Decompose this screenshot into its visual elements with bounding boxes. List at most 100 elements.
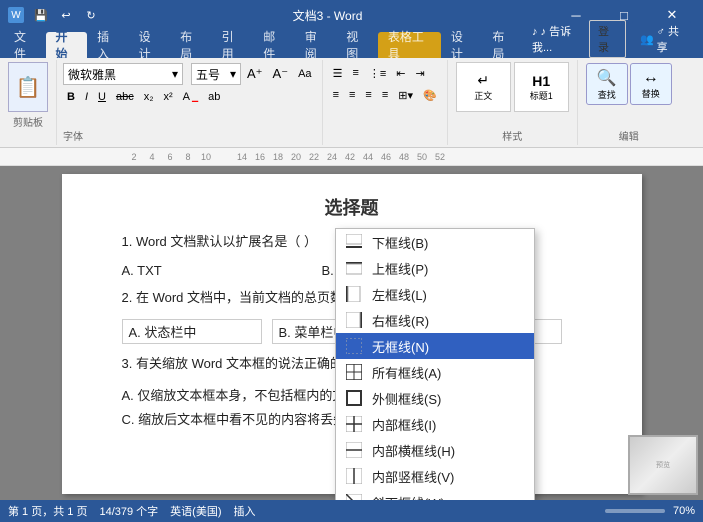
align-left-button[interactable]: ≡ bbox=[329, 85, 343, 105]
q2-option-a: A. 状态栏中 bbox=[122, 319, 262, 344]
page-count: 第 1 页，共 1 页 bbox=[8, 503, 87, 519]
font-group-label: 字体 bbox=[63, 126, 83, 143]
menu-bottom-border[interactable]: 下框线(B) bbox=[336, 229, 534, 255]
font-grow-button[interactable]: A⁺ bbox=[243, 64, 267, 84]
highlight-button[interactable]: ab bbox=[204, 87, 224, 107]
no-border-icon bbox=[344, 336, 364, 356]
tab-view[interactable]: 视图 bbox=[336, 32, 378, 58]
menu-inside-h-border[interactable]: 内部横框线(H) bbox=[336, 437, 534, 463]
share-button[interactable]: 👥 ♂ 共享 bbox=[632, 21, 691, 57]
replace-button[interactable]: ↔ 替换 bbox=[630, 63, 672, 105]
tab-insert[interactable]: 插入 bbox=[87, 32, 129, 58]
top-border-icon bbox=[344, 258, 364, 278]
ruler: 2 4 6 8 10 14 16 18 20 22 24 42 44 46 48… bbox=[0, 148, 703, 166]
login-button[interactable]: 登录 bbox=[589, 20, 626, 58]
status-right: 70% bbox=[605, 505, 695, 517]
ribbon-tabs: 文件 开始 插入 设计 布局 引用 邮件 审阅 视图 表格工具 设计 布局 ♪ … bbox=[0, 30, 703, 58]
menu-diag-down-border[interactable]: 斜下框线(W) bbox=[336, 489, 534, 500]
underline-button[interactable]: U bbox=[94, 87, 110, 107]
para-row2: ≡ ≡ ≡ ≡ ⊞▾ 🎨 bbox=[329, 85, 441, 105]
menu-outside-border[interactable]: 外侧框线(S) bbox=[336, 385, 534, 411]
align-right-button[interactable]: ≡ bbox=[361, 85, 375, 105]
style-tiles: ↵ 正文 H1 标题1 bbox=[456, 62, 569, 112]
menu-left-border[interactable]: 左框线(L) bbox=[336, 281, 534, 307]
window-title: 文档3 - Word bbox=[293, 7, 363, 24]
tab-mailings[interactable]: 邮件 bbox=[253, 32, 295, 58]
all-borders-icon bbox=[344, 362, 364, 382]
menu-inside-v-border[interactable]: 内部竖框线(V) bbox=[336, 463, 534, 489]
bottom-border-icon bbox=[344, 232, 364, 252]
bullets-button[interactable]: ☰ bbox=[329, 63, 347, 83]
word-icon: W bbox=[8, 7, 24, 23]
clipboard-group: 📋 剪贴板 bbox=[0, 60, 57, 145]
ribbon: 📋 剪贴板 微软雅黑 ▾ 五号 ▾ A⁺ A⁻ Aa B I U abc x₂ … bbox=[0, 58, 703, 148]
redo-button[interactable]: ↻ bbox=[80, 4, 102, 26]
tab-review[interactable]: 审阅 bbox=[295, 32, 337, 58]
tab-file[interactable]: 文件 bbox=[4, 32, 46, 58]
menu-inside-border[interactable]: 内部框线(I) bbox=[336, 411, 534, 437]
inside-border-icon bbox=[344, 414, 364, 434]
font-name-selector[interactable]: 微软雅黑 ▾ bbox=[63, 63, 183, 85]
style-normal[interactable]: ↵ 正文 bbox=[456, 62, 511, 112]
styles-group-label: 样式 bbox=[502, 126, 522, 143]
language-indicator: 英语(美国) bbox=[170, 503, 221, 519]
ruler-numbers: 2 4 6 8 10 14 16 18 20 22 24 42 44 46 48… bbox=[125, 152, 449, 162]
tab-design2[interactable]: 设计 bbox=[441, 32, 483, 58]
tab-layout2[interactable]: 布局 bbox=[482, 32, 524, 58]
font-size-selector[interactable]: 五号 ▾ bbox=[191, 63, 241, 85]
strikethrough-button[interactable]: abc bbox=[112, 87, 138, 107]
outside-border-icon bbox=[344, 388, 364, 408]
right-border-icon bbox=[344, 310, 364, 330]
decrease-indent-button[interactable]: ⇤ bbox=[392, 63, 409, 83]
shading-button[interactable]: 🎨 bbox=[419, 85, 441, 105]
editing-group: 🔍 查找 ↔ 替换 编辑 bbox=[578, 60, 680, 145]
align-center-button[interactable]: ≡ bbox=[345, 85, 359, 105]
tab-home[interactable]: 开始 bbox=[46, 32, 88, 58]
para-row1: ☰ ≡ ⋮≡ ⇤ ⇥ bbox=[329, 63, 429, 83]
multilevel-list-button[interactable]: ⋮≡ bbox=[365, 63, 390, 83]
menu-top-border[interactable]: 上框线(P) bbox=[336, 255, 534, 281]
clear-format-button[interactable]: Aa bbox=[294, 64, 315, 84]
numbering-button[interactable]: ≡ bbox=[348, 63, 362, 83]
tab-references[interactable]: 引用 bbox=[212, 32, 254, 58]
zoom-level: 70% bbox=[673, 505, 695, 517]
border-button[interactable]: ⊞▾ bbox=[394, 85, 417, 105]
document-title: 选择题 bbox=[122, 194, 582, 220]
increase-indent-button[interactable]: ⇥ bbox=[412, 63, 429, 83]
editing-label: 编辑 bbox=[619, 126, 639, 143]
styles-group: ↵ 正文 H1 标题1 样式 bbox=[448, 60, 578, 145]
insert-mode: 插入 bbox=[234, 503, 256, 519]
font-row1: 微软雅黑 ▾ 五号 ▾ A⁺ A⁻ Aa bbox=[63, 63, 316, 85]
quick-access-toolbar: 💾 ↩ ↻ bbox=[30, 4, 102, 26]
document-area: 选择题 1. Word 文档默认以扩展名是（ ） A. TXT B. DOCX … bbox=[0, 166, 703, 500]
status-bar: 第 1 页，共 1 页 14/379 个字 英语(美国) 插入 70% bbox=[0, 500, 703, 522]
tab-design[interactable]: 设计 bbox=[129, 32, 171, 58]
thumbnail-preview: 预览 bbox=[630, 437, 696, 493]
diag-down-border-icon bbox=[344, 492, 364, 500]
bold-button[interactable]: B bbox=[63, 87, 79, 107]
italic-button[interactable]: I bbox=[81, 87, 92, 107]
q1-option-a: A. TXT bbox=[122, 263, 302, 278]
save-button[interactable]: 💾 bbox=[30, 4, 52, 26]
font-shrink-button[interactable]: A⁻ bbox=[269, 64, 293, 84]
tab-layout[interactable]: 布局 bbox=[170, 32, 212, 58]
superscript-button[interactable]: x² bbox=[160, 87, 177, 107]
word-count: 14/379 个字 bbox=[99, 503, 158, 519]
menu-right-border[interactable]: 右框线(R) bbox=[336, 307, 534, 333]
paste-button[interactable]: 📋 bbox=[8, 62, 48, 112]
clipboard-label: 剪贴板 bbox=[13, 114, 43, 129]
menu-all-borders[interactable]: 所有框线(A) bbox=[336, 359, 534, 385]
font-color-button[interactable]: A▁ bbox=[179, 87, 203, 107]
tell-me-input[interactable]: ♪ ♪ 告诉我... bbox=[532, 23, 583, 55]
style-h1[interactable]: H1 标题1 bbox=[514, 62, 569, 112]
page-thumbnail: 预览 bbox=[628, 435, 698, 495]
subscript-button[interactable]: x₂ bbox=[140, 87, 158, 107]
zoom-slider[interactable] bbox=[605, 509, 665, 513]
undo-button[interactable]: ↩ bbox=[55, 4, 77, 26]
table-tools-label: 表格工具 bbox=[378, 32, 441, 58]
edit-row: 🔍 查找 ↔ 替换 bbox=[586, 63, 672, 105]
menu-no-border[interactable]: 无框线(N) bbox=[336, 333, 534, 359]
border-dropdown-menu: 下框线(B) 上框线(P) 左框线(L) 右框线(R) 无框线(N) bbox=[335, 228, 535, 500]
justify-button[interactable]: ≡ bbox=[378, 85, 392, 105]
find-button[interactable]: 🔍 查找 bbox=[586, 63, 628, 105]
